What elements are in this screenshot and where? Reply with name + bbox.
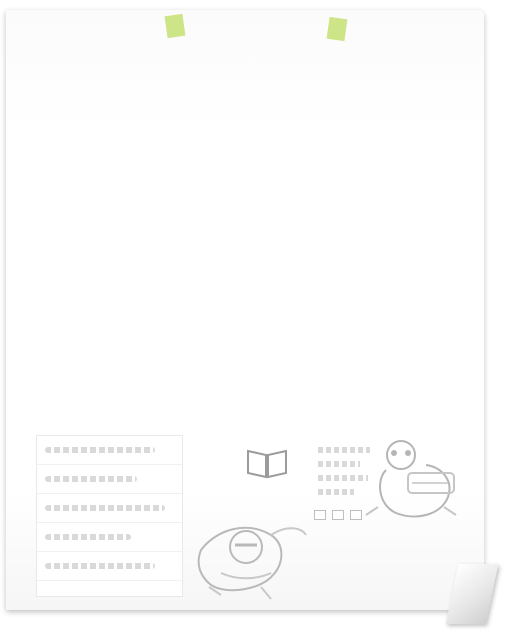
scribble <box>45 447 155 453</box>
tape-icon <box>326 16 348 42</box>
square-marker <box>332 510 344 520</box>
scribble <box>45 505 165 511</box>
note-line <box>37 523 182 552</box>
hero-mascot-illustration <box>197 526 307 600</box>
scribble <box>45 476 137 482</box>
handwritten-notes-panel <box>36 435 183 597</box>
panda-mascot-illustration <box>365 440 457 518</box>
note-line <box>37 465 182 494</box>
paper-sheet <box>6 10 484 610</box>
scribble <box>45 534 131 540</box>
tape-icon <box>164 13 186 39</box>
note-line <box>37 552 182 581</box>
scribble <box>318 489 354 495</box>
open-book-icon <box>247 449 287 479</box>
square-marker <box>314 510 326 520</box>
scribble <box>318 461 360 467</box>
scribble <box>45 563 155 569</box>
note-line <box>37 436 182 465</box>
note-line <box>37 494 182 523</box>
sketch-area <box>36 435 457 605</box>
square-markers <box>314 510 362 520</box>
